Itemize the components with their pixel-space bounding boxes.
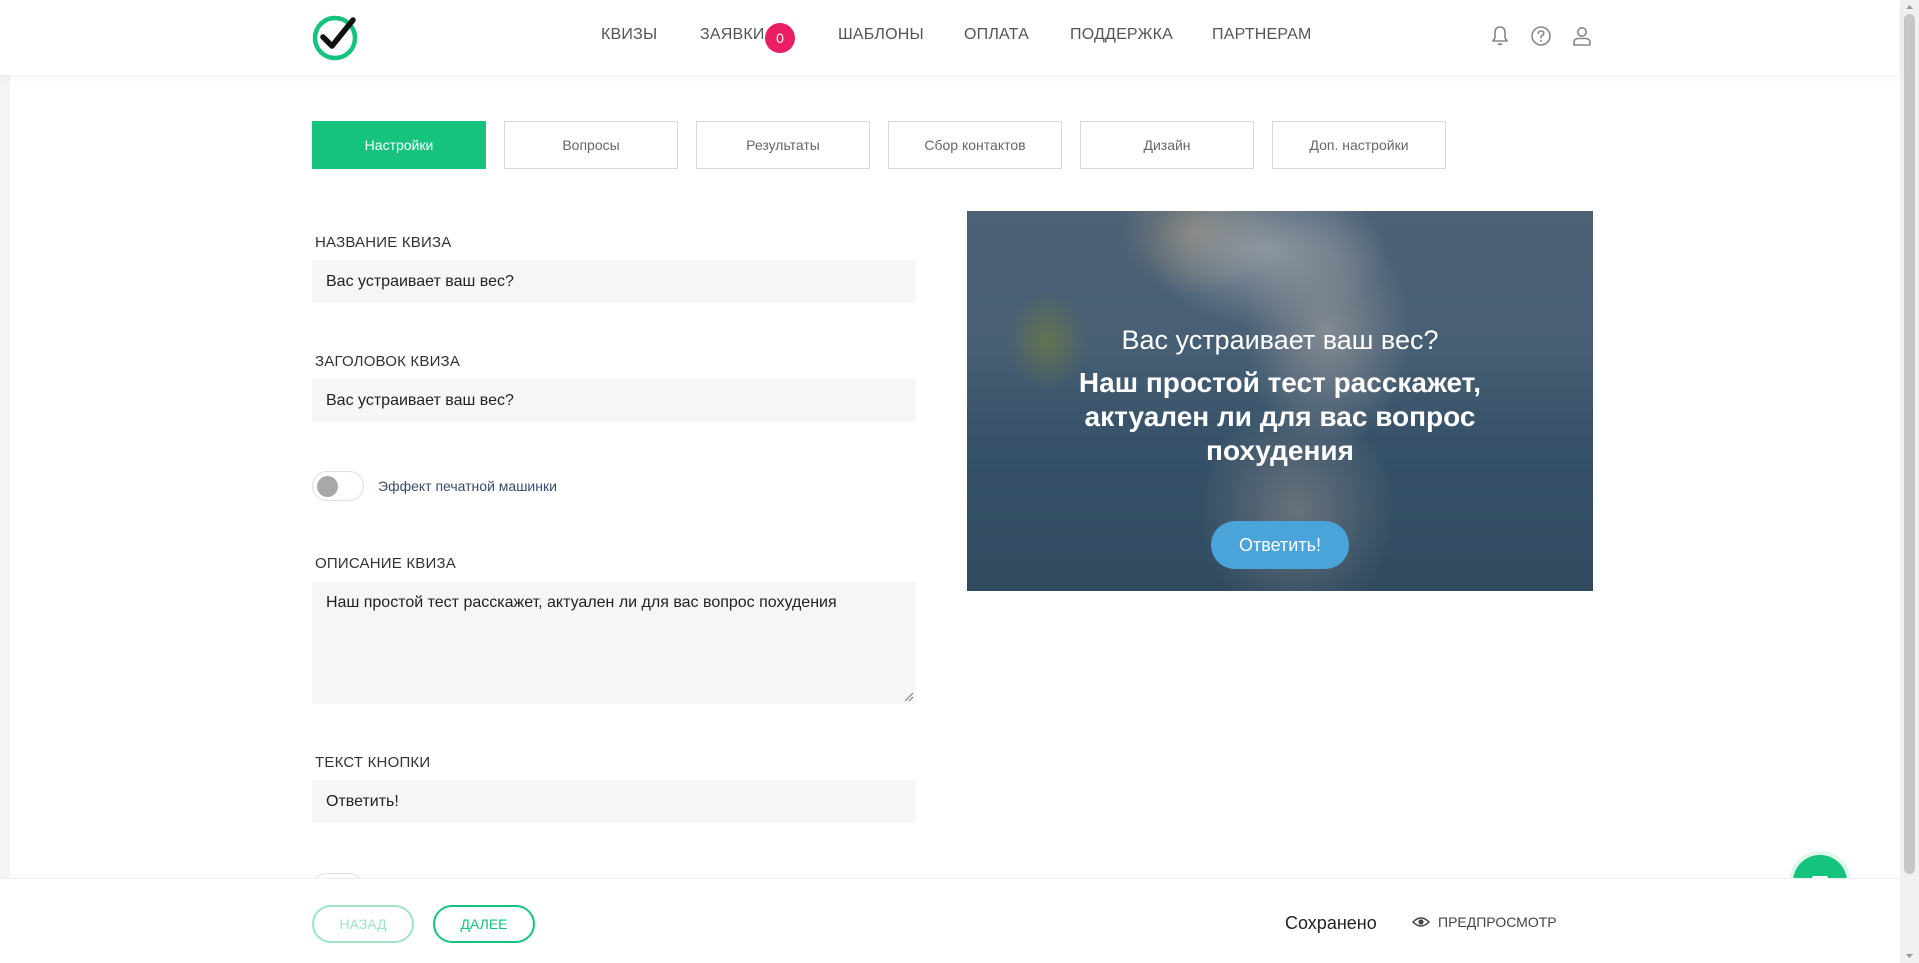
toggle-knob <box>317 476 338 497</box>
preview-title: Вас устраивает ваш вес? <box>1121 325 1439 355</box>
help-icon[interactable] <box>1529 24 1553 48</box>
nav-quizzes[interactable]: КВИЗЫ <box>601 26 657 44</box>
top-header: КВИЗЫ ЗАЯВКИ 0 ШАБЛОНЫ ОПЛАТА ПОДДЕРЖКА … <box>0 0 1900 75</box>
preview-link[interactable]: ПРЕДПРОСМОТР <box>1412 914 1557 930</box>
bell-icon[interactable] <box>1488 24 1512 48</box>
quiz-name-input[interactable] <box>312 260 916 303</box>
typewriter-effect-toggle[interactable] <box>312 471 364 501</box>
nav-templates[interactable]: ШАБЛОНЫ <box>838 26 924 44</box>
tab-results[interactable]: Результаты <box>696 121 870 169</box>
resize-grip-icon[interactable] <box>904 692 914 702</box>
scroll-up-arrow-icon[interactable] <box>1904 2 1915 12</box>
tab-contacts[interactable]: Сбор контактов <box>888 121 1062 169</box>
quiz-title-input[interactable] <box>312 379 916 422</box>
preview-description: Наш простой тест расскажет, актуален ли … <box>1078 367 1482 466</box>
content-panel <box>10 75 1900 878</box>
nav-payment[interactable]: ОПЛАТА <box>964 26 1029 44</box>
quiz-name-label: НАЗВАНИЕ КВИЗА <box>315 234 452 251</box>
quiz-description-label: ОПИСАНИЕ КВИЗА <box>315 555 456 572</box>
typewriter-effect-label: Эффект печатной машинки <box>378 478 557 494</box>
tab-design[interactable]: Дизайн <box>1080 121 1254 169</box>
next-button[interactable]: ДАЛЕЕ <box>433 905 535 943</box>
quiz-title-label: ЗАГОЛОВОК КВИЗА <box>315 353 461 370</box>
back-button[interactable]: НАЗАД <box>312 905 414 943</box>
quiz-preview-cover: Вас устраивает ваш вес? Наш простой тест… <box>967 211 1593 591</box>
requests-count-badge: 0 <box>765 23 795 53</box>
main-nav: КВИЗЫ ЗАЯВКИ 0 ШАБЛОНЫ ОПЛАТА ПОДДЕРЖКА … <box>0 0 1900 75</box>
quiz-description-textarea[interactable]: Наш простой тест расскажет, актуален ли … <box>312 582 916 704</box>
preview-answer-button[interactable]: Ответить! <box>1211 521 1349 569</box>
button-text-input[interactable] <box>312 780 916 823</box>
button-text-label: ТЕКСТ КНОПКИ <box>315 754 431 771</box>
nav-partners[interactable]: ПАРТНЕРАМ <box>1212 26 1312 44</box>
page-scrollbar[interactable] <box>1900 0 1919 963</box>
scrollbar-thumb[interactable] <box>1904 14 1915 874</box>
nav-support[interactable]: ПОДДЕРЖКА <box>1070 26 1173 44</box>
tab-questions[interactable]: Вопросы <box>504 121 678 169</box>
bottom-action-bar: НАЗАД ДАЛЕЕ Сохранено ПРЕДПРОСМОТР <box>0 878 1900 963</box>
tab-settings[interactable]: Настройки <box>312 121 486 169</box>
tab-extra-settings[interactable]: Доп. настройки <box>1272 121 1446 169</box>
nav-requests[interactable]: ЗАЯВКИ <box>700 26 765 44</box>
saved-status: Сохранено <box>1285 913 1377 933</box>
preview-link-label: ПРЕДПРОСМОТР <box>1438 914 1557 930</box>
eye-icon <box>1412 917 1430 927</box>
scroll-down-arrow-icon[interactable] <box>1904 951 1915 961</box>
user-profile-icon[interactable] <box>1570 24 1594 48</box>
